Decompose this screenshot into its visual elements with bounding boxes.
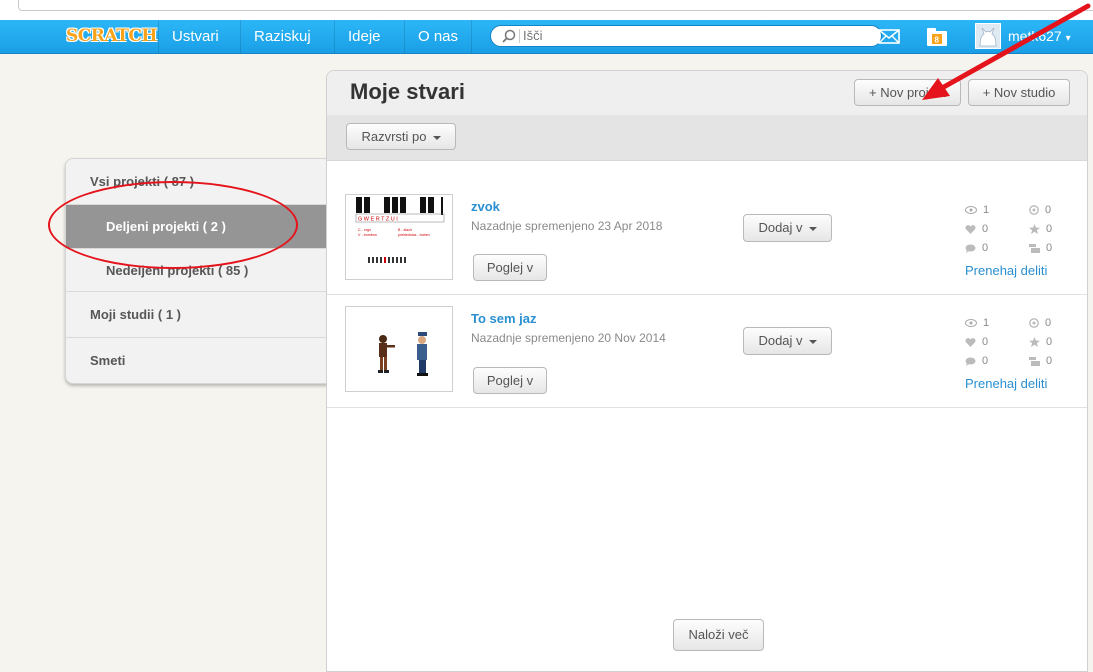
caret-down-icon — [808, 226, 817, 231]
sidebar: Vsi projekti ( 87 ) Deljeni projekti ( 2… — [65, 158, 342, 384]
new-project-button[interactable]: + Nov projekt — [854, 79, 961, 106]
star-icon — [1029, 224, 1040, 235]
favorites-value: 0 — [1046, 336, 1053, 348]
unshare-link[interactable]: Prenehaj deliti — [965, 263, 1047, 278]
project-row: G W E R T Z U I C - orgn V - trombon B -… — [327, 161, 1087, 295]
project-thumbnail[interactable]: G W E R T Z U I C - orgn V - trombon B -… — [345, 194, 453, 280]
comments-value: 0 — [982, 242, 989, 254]
sidebar-item-shared-projects[interactable]: Deljeni projekti ( 2 ) — [66, 205, 341, 249]
nav-about[interactable]: O nas — [404, 20, 473, 53]
sidebar-item-my-studios[interactable]: Moji studii ( 1 ) — [66, 292, 341, 338]
cat-avatar-icon — [979, 27, 997, 47]
my-stuff-icon[interactable]: 8 — [926, 27, 948, 47]
sidebar-item-unshared-projects[interactable]: Nedeljeni projekti ( 85 ) — [66, 249, 341, 292]
thumb-right1: B - klavir — [398, 228, 413, 232]
logo-text: SCRATCH — [66, 26, 157, 46]
view-button[interactable]: Poglej v — [473, 254, 547, 281]
project-row: To sem jaz Nazadnje spremenjeno 20 Nov 2… — [327, 294, 1087, 408]
remix-icon — [1029, 318, 1039, 328]
views-value: 1 — [983, 204, 990, 216]
top-nav: SCRATCH Ustvari Raziskuj Ideje O nas 8 m… — [0, 20, 1093, 54]
heart-icon — [965, 224, 976, 234]
comment-icon — [965, 244, 976, 253]
eye-icon — [965, 206, 977, 215]
comments-count: 0 — [965, 355, 988, 367]
add-to-label: Dodaj v — [758, 333, 803, 348]
star-icon — [1029, 337, 1040, 348]
favorites-count: 0 — [1029, 223, 1052, 235]
scratch-logo[interactable]: SCRATCH — [66, 26, 157, 48]
page-title: Moje stvari — [350, 79, 465, 104]
loves-count: 0 — [965, 223, 988, 235]
project-date: Nazadnje spremenjeno 20 Nov 2014 — [471, 331, 666, 345]
favorites-value: 0 — [1046, 223, 1053, 235]
loves-value: 0 — [982, 223, 989, 235]
remixes-count: 0 — [1029, 317, 1051, 329]
svg-text:8: 8 — [935, 36, 940, 45]
add-to-label: Dodaj v — [758, 220, 803, 235]
search-icon — [502, 29, 516, 43]
add-to-dropdown[interactable]: Dodaj v — [743, 214, 832, 242]
browser-bar — [0, 0, 1093, 21]
thumb-left2: V - trombon — [358, 233, 377, 237]
heart-icon — [965, 337, 976, 347]
username[interactable]: metk627 ▾ — [1008, 20, 1071, 53]
messages-icon[interactable] — [878, 27, 900, 45]
studios-value: 0 — [1046, 355, 1053, 367]
caret-down-icon — [432, 135, 441, 140]
remixes-value: 0 — [1045, 204, 1052, 216]
studios-count: 0 — [1029, 242, 1052, 254]
remix-icon — [1029, 205, 1039, 215]
search-box[interactable] — [490, 25, 882, 47]
sort-bar: Razvrsti po — [327, 115, 1087, 161]
loves-count: 0 — [965, 336, 988, 348]
thumb-right2: preklednica - boben — [398, 233, 430, 237]
remixes-value: 0 — [1045, 317, 1052, 329]
loves-value: 0 — [982, 336, 989, 348]
sort-by-label: Razvrsti po — [361, 129, 427, 144]
studio-icon — [1029, 243, 1040, 253]
eye-icon — [965, 319, 977, 328]
nav-ideas[interactable]: Ideje — [334, 20, 394, 53]
sort-by-dropdown[interactable]: Razvrsti po — [346, 123, 456, 150]
piano-thumbnail-image: G W E R T Z U I C - orgn V - trombon B -… — [355, 197, 445, 263]
my-stuff-panel: Moje stvari + Nov projekt + Nov studio R… — [326, 70, 1088, 672]
view-button[interactable]: Poglej v — [473, 367, 547, 394]
project-date: Nazadnje spremenjeno 23 Apr 2018 — [471, 219, 663, 233]
views-count: 1 — [965, 317, 989, 329]
username-text: metk627 — [1008, 28, 1062, 44]
comments-value: 0 — [982, 355, 989, 367]
views-value: 1 — [983, 317, 990, 329]
nav-explore[interactable]: Raziskuj — [240, 20, 324, 53]
panel-header: Moje stvari + Nov projekt + Nov studio — [327, 71, 1087, 116]
remixes-count: 0 — [1029, 204, 1051, 216]
thumb-left1: C - orgn — [358, 228, 371, 232]
unshare-link[interactable]: Prenehaj deliti — [965, 376, 1047, 391]
comments-count: 0 — [965, 242, 988, 254]
chevron-down-icon: ▾ — [1065, 33, 1071, 44]
studios-count: 0 — [1029, 355, 1052, 367]
thumb-keys-text: G W E R T Z U I — [358, 217, 398, 223]
load-more-button[interactable]: Naloži več — [673, 619, 764, 651]
search-input[interactable] — [523, 26, 863, 46]
studio-icon — [1029, 356, 1040, 366]
comment-icon — [965, 357, 976, 366]
avatar[interactable] — [975, 23, 1001, 49]
favorites-count: 0 — [1029, 336, 1052, 348]
project-thumbnail[interactable] — [345, 306, 453, 392]
new-studio-button[interactable]: + Nov studio — [968, 79, 1070, 106]
views-count: 1 — [965, 204, 989, 216]
add-to-dropdown[interactable]: Dodaj v — [743, 327, 832, 355]
nav-create[interactable]: Ustvari — [158, 20, 232, 53]
caret-down-icon — [808, 339, 817, 344]
search-separator — [519, 29, 520, 43]
project-title[interactable]: zvok — [471, 199, 500, 214]
studios-value: 0 — [1046, 242, 1053, 254]
sidebar-item-all-projects[interactable]: Vsi projekti ( 87 ) — [66, 159, 341, 205]
sidebar-item-trash[interactable]: Smeti — [66, 338, 341, 383]
address-bar[interactable] — [18, 0, 1093, 11]
characters-thumbnail-image — [378, 332, 428, 376]
project-title[interactable]: To sem jaz — [471, 311, 537, 326]
